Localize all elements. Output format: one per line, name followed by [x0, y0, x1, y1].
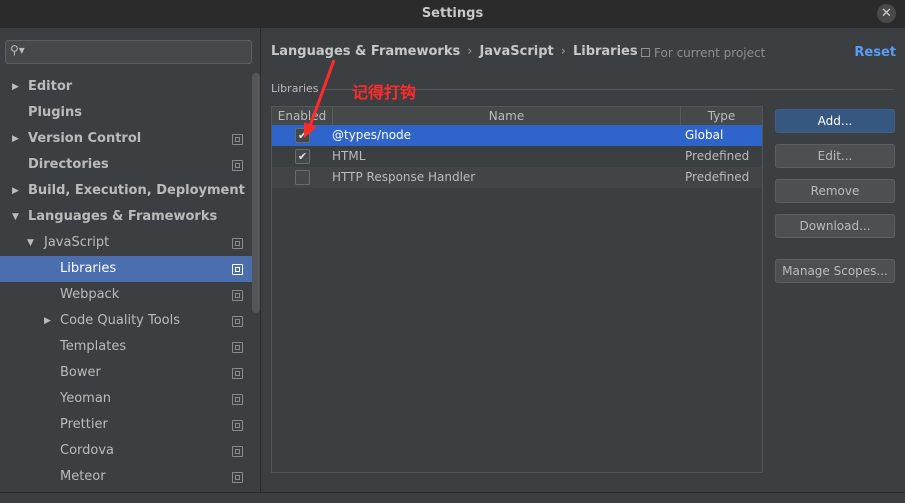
bottom-bar [0, 492, 905, 503]
annotation-arrow-icon [304, 59, 336, 138]
